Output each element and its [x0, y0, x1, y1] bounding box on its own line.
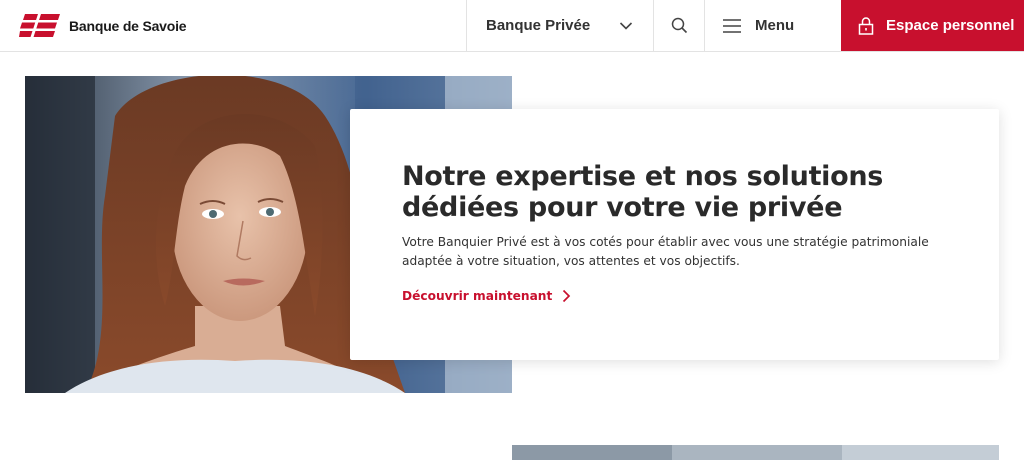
personal-space-button[interactable]: Espace personnel: [841, 0, 1024, 51]
menu-label: Menu: [755, 17, 795, 34]
discover-link[interactable]: Découvrir maintenant: [402, 289, 571, 303]
discover-link-label: Découvrir maintenant: [402, 289, 553, 303]
chevron-right-icon: [563, 289, 571, 303]
hamburger-icon: [723, 18, 741, 33]
search-icon: [671, 17, 687, 34]
brand-name: Banque de Savoie: [69, 17, 187, 34]
hero-description: Votre Banquier Privé est à vos cotés pou…: [402, 235, 929, 268]
menu-button[interactable]: Menu: [704, 0, 841, 51]
next-section-photo: [512, 445, 999, 460]
search-button[interactable]: [653, 0, 704, 51]
site-header: Banque de Savoie Banque Privée Menu Espa…: [0, 0, 1024, 52]
hero-title: Notre expertise et nos solutions dédiées…: [402, 161, 884, 223]
lock-icon: [858, 16, 874, 35]
logo-mark: [19, 14, 60, 37]
personal-space-label: Espace personnel: [886, 17, 1015, 34]
profile-select-value: Banque Privée: [486, 17, 591, 34]
chevron-down-icon: [619, 22, 633, 30]
brand-logo[interactable]: Banque de Savoie: [19, 14, 187, 37]
hero-card: Notre expertise et nos solutions dédiées…: [350, 109, 999, 360]
profile-select[interactable]: Banque Privée: [466, 0, 653, 51]
